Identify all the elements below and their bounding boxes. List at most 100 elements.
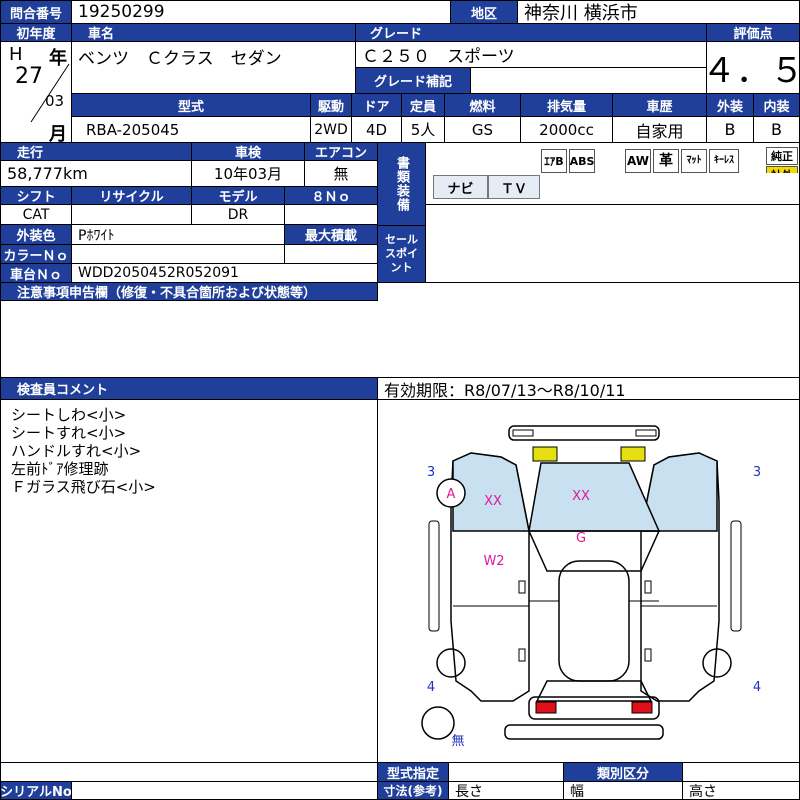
mileage-label: 走行 — [0, 142, 192, 161]
first-registration-label: 初年度 — [0, 23, 72, 42]
color-number-value — [71, 244, 285, 264]
region-label: 地区 — [450, 0, 518, 24]
right-taillight-shape — [631, 701, 653, 714]
fuel-value: GS — [444, 116, 521, 143]
damage-mark-hood: G — [576, 531, 586, 546]
navi-tag: ナビ — [433, 175, 488, 199]
history-value: 自家用 — [612, 116, 707, 143]
serial-number-value — [71, 781, 378, 800]
fuel-label: 燃料 — [444, 93, 521, 117]
left-taillight-shape — [535, 701, 557, 714]
tv-tag: ＴＶ — [488, 175, 540, 199]
grade-label: グレード — [355, 23, 707, 42]
abs-icon: ABS — [569, 149, 595, 173]
shift-label: シフト — [0, 186, 72, 205]
windshield-shape — [528, 462, 661, 532]
left-sill-shape — [428, 520, 440, 632]
model-designation-label: 型式指定 — [377, 762, 449, 782]
left-rear-wheel-shape — [436, 648, 466, 678]
equipment-label: 書類装備 — [377, 142, 426, 226]
drive-value: 2WD — [310, 116, 352, 143]
color-number-label: カラーＮｏ — [0, 244, 72, 264]
inquiry-number-label: 問合番号 — [0, 0, 72, 24]
comment-line: ハンドルすれ<小> — [11, 442, 142, 460]
inspection-value: 10年03月 — [191, 160, 305, 187]
roof-front-shape — [527, 530, 661, 572]
interior-grade-label: 内装 — [753, 93, 800, 117]
keyless-icon: ｷｰﾚｽ — [709, 149, 739, 173]
inspector-comment-label: 検査員コメント — [0, 377, 378, 400]
rear-skirt-shape — [504, 724, 664, 740]
tread-number-rear-right: 4 — [753, 680, 761, 695]
eight-no-label: ８Ｎｏ — [284, 186, 378, 205]
inquiry-number-value: 19250299 — [71, 0, 451, 24]
max-load-value — [284, 244, 378, 264]
drive-label: 駆動 — [310, 93, 352, 117]
car-damage-diagram: A XX XX G W2 3 3 4 4 無 — [421, 425, 761, 749]
recycle-value — [71, 204, 192, 225]
spare-tire-label: 無 — [451, 734, 464, 749]
validity-period: 有効期限：R8/07/13～R8/10/11 — [377, 377, 800, 400]
score-label: 評価点 — [706, 23, 800, 42]
grade-supplement-label: グレード補記 — [355, 67, 471, 94]
first-registration-box: H 年 27 03 月 — [0, 41, 72, 143]
floor-mat-icon: ﾏｯﾄ — [681, 149, 707, 173]
exterior-grade-label: 外装 — [706, 93, 754, 117]
equipment-buttons-row: ナビ ＴＶ — [425, 173, 800, 205]
eight-no-value — [284, 204, 378, 225]
door-label: ドア — [351, 93, 402, 117]
category-label: 類別区分 — [563, 762, 683, 782]
month-value: 03 — [45, 92, 65, 110]
recycle-label: リサイクル — [71, 186, 192, 205]
chassis-number-label: 車台Ｎｏ — [0, 263, 72, 283]
serial-number-label: シリアルNo — [0, 781, 72, 800]
interior-grade-value: B — [753, 116, 800, 143]
tread-number-front-left: 3 — [427, 465, 435, 480]
model-designation-value — [448, 762, 564, 782]
model-category-label: モデル — [191, 186, 285, 205]
sales-point-area — [425, 204, 800, 283]
roof-shape — [558, 560, 630, 682]
score-value: ４．５ — [706, 41, 800, 94]
damage-mark-left-door: W2 — [483, 554, 504, 569]
length-label: 長さ — [448, 781, 564, 800]
aircon-value: 無 — [304, 160, 378, 187]
inspector-comment-area: シートしわ<小> シートすれ<小> ハンドルすれ<小> 左前ﾄﾞｱ修理跡 Ｆガラ… — [0, 399, 378, 763]
footer-left-blank — [0, 762, 378, 782]
dimensions-label: 寸法(参考) — [377, 781, 449, 800]
shift-value: CAT — [0, 204, 72, 225]
circle-a-label: A — [447, 487, 456, 502]
capacity-value: 5人 — [401, 116, 445, 143]
door-value: 4D — [351, 116, 402, 143]
chassis-number-value: WDD2050452R052091 — [71, 263, 378, 283]
exterior-color-value: Pﾎﾜｲﾄ — [71, 224, 285, 245]
airbag-icon: ｴｱB — [541, 149, 567, 173]
grade-value: Ｃ２５０ スポーツ — [355, 41, 707, 68]
displacement-label: 排気量 — [520, 93, 613, 117]
comment-line: シートしわ<小> — [11, 406, 127, 424]
capacity-label: 定員 — [401, 93, 445, 117]
grade-supplement-value — [470, 67, 707, 94]
displacement-value: 2000cc — [520, 116, 613, 143]
damage-diagram-area: A XX XX G W2 3 3 4 4 無 — [377, 399, 800, 763]
width-label: 幅 — [563, 781, 683, 800]
notes-label-front: 注意事項申告欄（修復・不具合箇所および状態等） — [0, 282, 378, 301]
comment-line: Ｆガラス飛び石<小> — [11, 478, 156, 496]
model-code-value: RBA-205045 — [71, 116, 311, 143]
exterior-grade-value: B — [706, 116, 754, 143]
month-char: 月 — [49, 124, 67, 143]
tread-number-rear-left: 4 — [427, 680, 435, 695]
mileage-value: 58,777km — [0, 160, 192, 187]
auction-sheet: 問合番号 19250299 地区 神奈川 横浜市 初年度 H 年 27 03 月… — [0, 0, 800, 800]
spare-tire-shape — [421, 706, 455, 740]
damage-mark-windshield: XX — [572, 489, 590, 504]
model-code-label: 型式 — [71, 93, 311, 117]
region-value: 神奈川 横浜市 — [517, 0, 800, 24]
comment-line: シートすれ<小> — [11, 424, 127, 442]
sales-point-label: セールスポイント — [377, 225, 426, 283]
inspection-label: 車検 — [191, 142, 305, 161]
tread-number-front-right: 3 — [753, 465, 761, 480]
status-genuine-badge: 純正 — [766, 147, 798, 165]
leather-icon: 革 — [653, 149, 679, 173]
exterior-color-label: 外装色 — [0, 224, 72, 245]
